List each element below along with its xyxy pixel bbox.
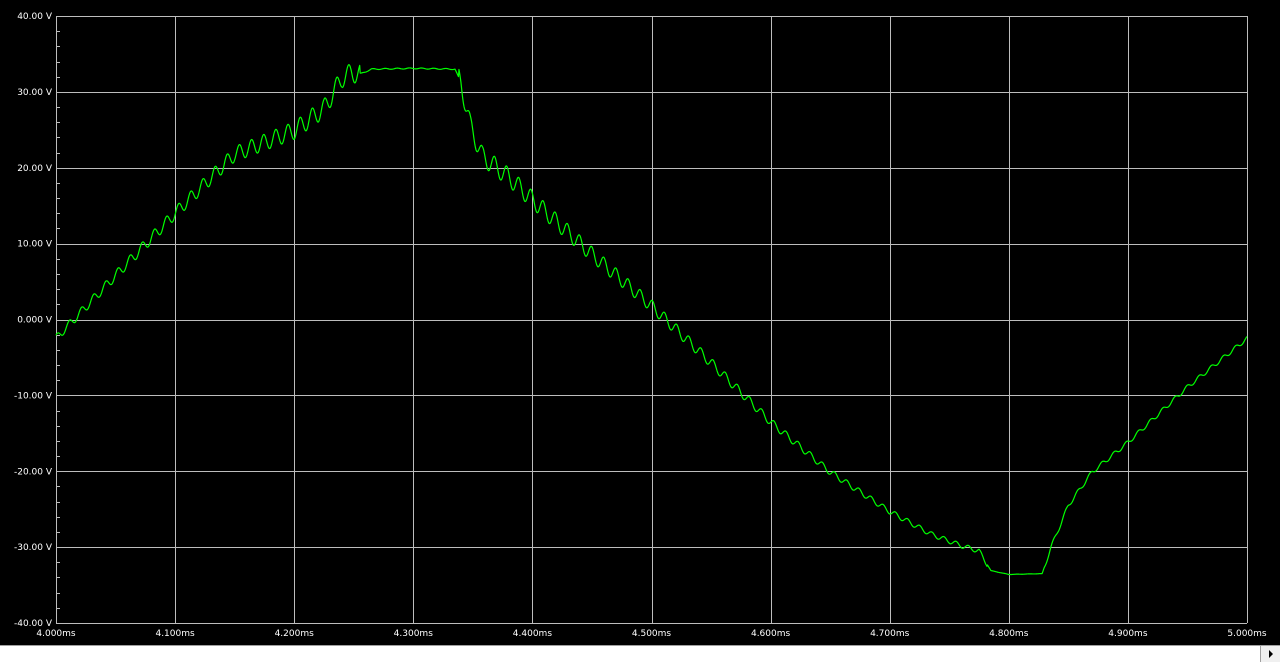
y-tick-label-2: 20.00 V (17, 164, 53, 174)
oscilloscope-plot: 40.00 V 30.00 V 20.00 V 10.00 V 0.000 V -10.0… (0, 0, 1280, 646)
right-arrow-icon (1268, 650, 1273, 658)
scroll-right-button[interactable] (1260, 646, 1280, 662)
y-tick-label-8: -40.00 V (14, 619, 53, 629)
x-tick-label-4: 4.400ms (513, 629, 553, 639)
x-tick-label-2: 4.200ms (275, 629, 315, 639)
plot-background (0, 0, 1280, 646)
y-tick-label-1: 30.00 V (17, 88, 53, 98)
x-tick-label-7: 4.700ms (870, 629, 910, 639)
y-tick-label-4: 0.000 V (17, 316, 53, 326)
x-tick-label-1: 4.100ms (155, 629, 195, 639)
x-tick-label-9: 4.900ms (1108, 629, 1148, 639)
y-tick-label-6: -20.00 V (14, 467, 53, 477)
x-tick-label-6: 4.600ms (751, 629, 791, 639)
x-tick-label-5: 4.500ms (632, 629, 672, 639)
y-tick-label-7: -30.00 V (14, 543, 53, 553)
x-tick-label-8: 4.800ms (989, 629, 1029, 639)
horizontal-scrollbar[interactable] (0, 645, 1280, 662)
x-tick-label-10: 5.000ms (1227, 629, 1267, 639)
y-tick-label-3: 10.00 V (17, 240, 53, 250)
scrollbar-track[interactable] (0, 646, 1258, 662)
x-tick-label-0: 4.000ms (36, 629, 76, 639)
x-tick-label-3: 4.300ms (394, 629, 434, 639)
y-tick-label-0: 40.00 V (17, 12, 53, 22)
y-tick-label-5: -10.00 V (14, 391, 53, 401)
